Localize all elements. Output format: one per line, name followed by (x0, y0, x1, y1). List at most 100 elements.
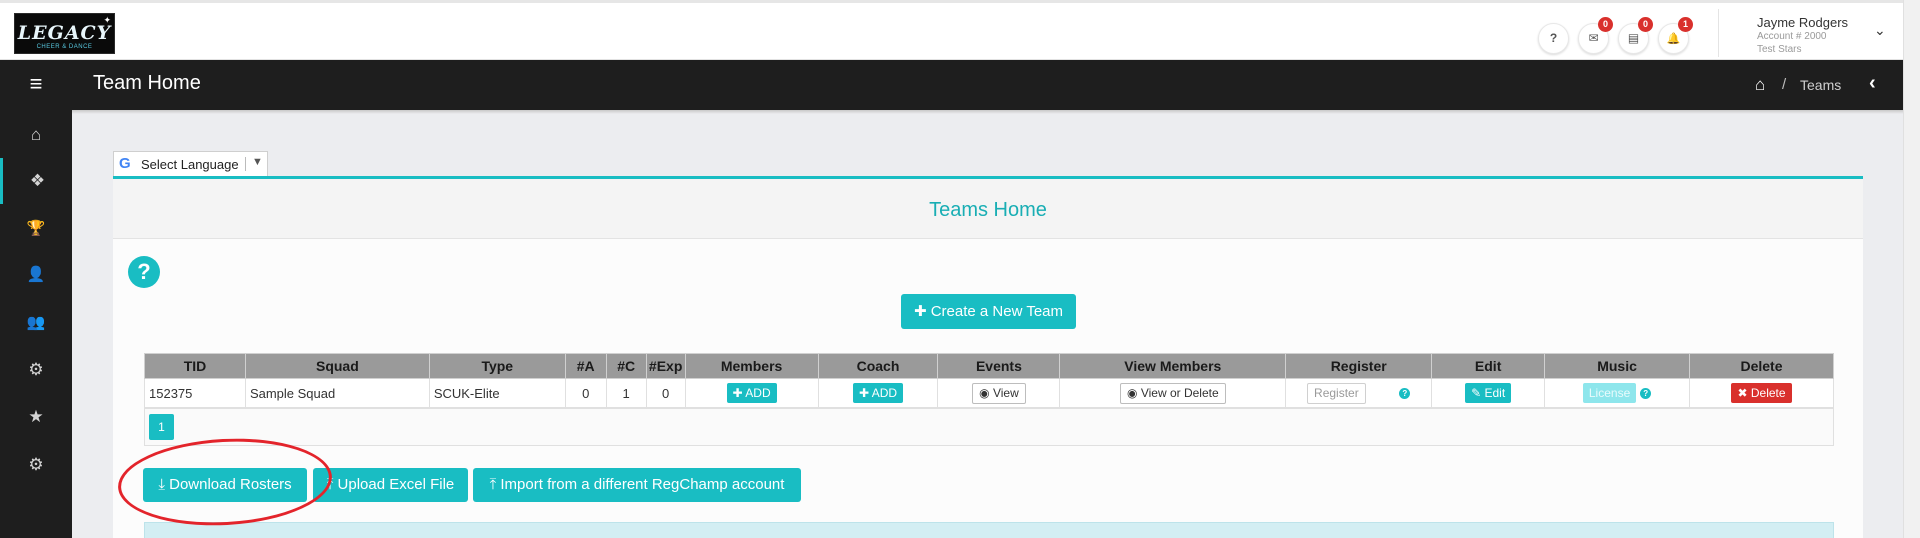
cell-register: Register ? (1285, 378, 1433, 408)
language-select[interactable]: G Select Language ▼ (113, 151, 268, 176)
create-team-button[interactable]: ✚ Create a New Team (901, 294, 1076, 329)
import-account-button[interactable]: ⤒ Import from a different RegChamp accou… (473, 468, 801, 502)
breadcrumb-separator: / (1782, 76, 1787, 93)
upload-icon: ⤒ (489, 476, 497, 493)
gear-icon: ⚙ (28, 360, 44, 379)
plus-icon: ✚ (732, 386, 743, 400)
cell-music: License? (1544, 378, 1691, 408)
sidebar: ≡ ⌂ ❖ 🏆 👤 👥 ⚙ ★ ⚙ (0, 60, 72, 538)
messages-icon[interactable]: ✉ 0 (1578, 17, 1613, 54)
cell-tid: 152375 (144, 378, 246, 408)
info-bar (144, 522, 1834, 538)
breadcrumb-current: Teams (1800, 77, 1842, 93)
user-name[interactable]: Jayme Rodgers (1757, 15, 1848, 30)
col-delete: Delete (1689, 353, 1834, 379)
eye-icon: ◉ (979, 385, 990, 400)
music-help-icon[interactable]: ? (1640, 387, 1652, 399)
sidebar-item-settings[interactable]: ⚙ (0, 347, 72, 393)
cell-coaches: 1 (605, 378, 647, 408)
chevron-down-icon[interactable]: ⌄ (1874, 22, 1886, 39)
title-bar: Team Home ⌂ / Teams ‹ (72, 60, 1903, 114)
documents-icon[interactable]: ▤ 0 (1618, 17, 1653, 54)
menu-toggle-icon[interactable]: ≡ (0, 60, 72, 110)
col-tid[interactable]: TID (144, 353, 246, 379)
star-icon: ★ (28, 407, 44, 426)
logo-subtitle: CHEER & DANCE (36, 44, 93, 50)
col-view-members: View Members (1059, 353, 1287, 379)
page-button-1[interactable]: 1 (149, 414, 174, 440)
register-button[interactable]: Register (1307, 382, 1366, 404)
user-team: Test Stars (1757, 44, 1802, 55)
col-athletes[interactable]: #A (564, 353, 607, 379)
add-user-icon: 👤 (26, 266, 46, 283)
view-members-button[interactable]: ◉ View or Delete (1119, 382, 1226, 404)
breadcrumb-home-icon[interactable]: ⌂ (1755, 75, 1765, 95)
top-header: ✦ LEGACY CHEER & DANCE ? ✉ 0 ▤ 0 🔔 1 Jayme … (0, 0, 1903, 60)
view-events-button[interactable]: ◉ View (972, 382, 1026, 404)
language-divider (245, 157, 246, 171)
sidebar-item-admin[interactable]: ⚙ (0, 442, 72, 488)
messages-badge: 0 (1598, 17, 1613, 32)
table-header-row: TID Squad Type #A #C #Exp Members Coach … (144, 353, 1834, 379)
help-icon[interactable]: ? (1538, 23, 1569, 54)
eye-slash-icon: ◉ (1126, 385, 1138, 400)
register-help-icon[interactable]: ? (1399, 387, 1411, 399)
col-coach: Coach (817, 353, 939, 379)
language-select-label: Select Language (141, 157, 239, 172)
scrollbar[interactable] (1903, 0, 1920, 538)
cell-coach: ✚ ADD (817, 378, 939, 408)
title-bar-shadow (72, 110, 1903, 114)
col-type[interactable]: Type (428, 353, 566, 379)
add-member-button[interactable]: ✚ ADD (726, 383, 777, 403)
panel-header: Teams Home (113, 179, 1863, 239)
cell-athletes: 0 (564, 378, 607, 408)
col-events: Events (937, 353, 1061, 379)
teams-panel: Teams Home ? ✚ Create a New Team TID Squ… (113, 176, 1863, 538)
help-circle-icon[interactable]: ? (128, 256, 160, 288)
bell-icon[interactable]: 🔔 1 (1658, 17, 1693, 54)
col-edit: Edit (1431, 353, 1546, 379)
cell-members: ✚ ADD (684, 378, 819, 408)
sidebar-item-competitions[interactable]: 🏆 (0, 206, 72, 252)
chevron-left-icon[interactable]: ‹ (1869, 72, 1876, 95)
sidebar-item-home[interactable]: ⌂ (0, 112, 72, 158)
header-divider (1718, 9, 1719, 57)
col-members: Members (684, 353, 819, 379)
table-row: 152375 Sample Squad SCUK-Elite 0 1 0 ✚ A… (144, 378, 1834, 408)
col-exp[interactable]: #Exp (645, 353, 686, 379)
panel-title: Teams Home (929, 199, 1047, 221)
edit-icon: ✎ (1471, 386, 1482, 400)
plus-icon: ✚ (913, 303, 927, 320)
add-coach-button[interactable]: ✚ ADD (852, 383, 904, 403)
cogs-icon: ⚙ (28, 455, 44, 474)
sidebar-item-teams[interactable]: ❖ (0, 158, 72, 204)
documents-badge: 0 (1638, 17, 1653, 32)
edit-button[interactable]: ✎ Edit (1465, 383, 1512, 403)
upload-excel-button[interactable]: ⤒ Upload Excel File (313, 468, 468, 502)
cell-events: ◉ View (937, 378, 1061, 408)
logo[interactable]: ✦ LEGACY CHEER & DANCE (14, 13, 115, 54)
sidebar-item-add-user[interactable]: 👤 (0, 252, 72, 298)
col-coaches[interactable]: #C (605, 353, 647, 379)
col-register: Register (1285, 353, 1433, 379)
close-icon: ✖ (1737, 386, 1748, 400)
google-icon: G (119, 155, 131, 172)
license-button[interactable]: License (1582, 383, 1637, 403)
cell-edit: ✎ Edit (1431, 378, 1546, 408)
col-squad[interactable]: Squad (244, 353, 430, 379)
col-music: Music (1544, 353, 1691, 379)
cell-delete: ✖ Delete (1689, 378, 1834, 408)
teams-table: TID Squad Type #A #C #Exp Members Coach … (144, 353, 1834, 408)
logo-text: LEGACY (17, 22, 112, 44)
trophy-icon: 🏆 (26, 220, 46, 237)
users-icon: 👥 (26, 314, 46, 331)
cell-view-members: ◉ View or Delete (1059, 378, 1287, 408)
teams-icon: ❖ (29, 171, 46, 190)
sidebar-item-users[interactable]: 👥 (0, 300, 72, 346)
plus-icon: ✚ (858, 386, 870, 400)
delete-button[interactable]: ✖ Delete (1731, 383, 1792, 403)
cell-squad: Sample Squad (244, 378, 430, 408)
pagination: 1 (144, 408, 1834, 446)
cell-exp: 0 (645, 378, 686, 408)
sidebar-item-favorites[interactable]: ★ (0, 394, 72, 440)
